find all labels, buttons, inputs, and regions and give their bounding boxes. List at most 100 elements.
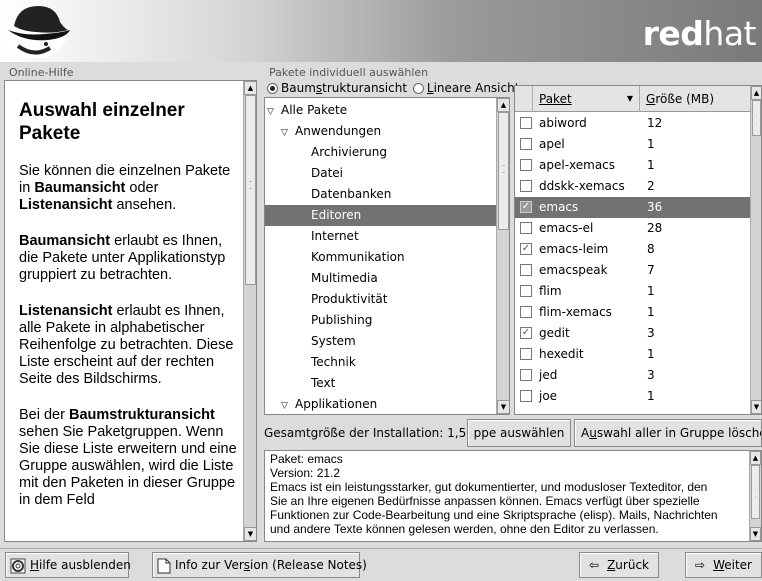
tree-item[interactable]: ▽ Applikationen <box>265 394 377 414</box>
radio-selected-icon <box>267 83 278 94</box>
tree-view-radio[interactable]: Baumstrukturansicht <box>267 81 407 95</box>
package-name: flim-xemacs <box>539 305 612 319</box>
tree-item[interactable]: ▽ Anwendungen <box>265 121 381 142</box>
tree-item[interactable]: Archivierung <box>265 142 387 163</box>
column-header-package[interactable] <box>515 86 533 112</box>
package-section-label: Pakete individuell auswählen <box>269 66 429 79</box>
package-row[interactable]: jed 3 <box>515 365 750 386</box>
package-row[interactable]: apel 1 <box>515 134 750 155</box>
package-row[interactable]: emacs-el 28 <box>515 218 750 239</box>
scrollbar-thumb[interactable] <box>245 95 256 285</box>
help-paragraph-1: Sie können die einzelnen Pakete in Bauma… <box>19 163 231 213</box>
package-checkbox[interactable]: ✓ <box>520 243 532 255</box>
package-checkbox[interactable] <box>520 264 532 276</box>
scroll-down-icon[interactable]: ▼ <box>751 400 761 414</box>
help-pane-label: Online-Hilfe <box>9 66 74 79</box>
tree-item[interactable]: Editoren <box>265 205 496 226</box>
release-notes-button[interactable]: Info zur Version (Release Notes) <box>152 552 367 578</box>
package-size: 1 <box>647 305 655 319</box>
expander-triangle-icon[interactable]: ▽ <box>267 102 281 123</box>
scroll-up-icon[interactable]: ▲ <box>750 451 761 465</box>
package-name: abiword <box>539 116 587 130</box>
install-total-size: Gesamtgröße der Installation: 1,539M <box>264 426 492 440</box>
expander-triangle-icon[interactable]: ▽ <box>281 396 295 414</box>
package-checkbox[interactable] <box>520 138 532 150</box>
package-checkbox[interactable] <box>520 348 532 360</box>
tree-item-label: Internet <box>311 229 359 243</box>
tree-item[interactable]: System <box>265 331 356 352</box>
expander-triangle-icon[interactable]: ▽ <box>281 123 295 144</box>
deselect-all-in-group-button[interactable]: Auswahl aller in Gruppe löschen <box>574 419 762 447</box>
tree-item[interactable]: Multimedia <box>265 268 378 289</box>
package-row[interactable]: flim-xemacs 1 <box>515 302 750 323</box>
package-size: 28 <box>647 221 663 235</box>
column-header-name[interactable]: Paket ▼ <box>533 86 640 112</box>
scroll-up-icon[interactable]: ▲ <box>751 86 761 100</box>
package-name: apel <box>539 137 565 151</box>
package-checkbox[interactable] <box>520 285 532 297</box>
package-checkbox[interactable] <box>520 306 532 318</box>
package-name: jed <box>539 368 558 382</box>
package-name: joe <box>539 389 558 403</box>
scroll-up-icon[interactable]: ▲ <box>244 81 256 95</box>
package-row[interactable]: joe 1 <box>515 386 750 407</box>
package-list-scrollbar[interactable]: ▲ ▼ <box>750 86 761 414</box>
package-checkbox[interactable] <box>520 390 532 402</box>
package-row[interactable]: abiword 12 <box>515 113 750 134</box>
package-checkbox[interactable]: ✓ <box>520 327 532 339</box>
tree-item[interactable]: Produktivität <box>265 289 387 310</box>
scroll-down-icon[interactable]: ▼ <box>497 400 509 414</box>
scroll-down-icon[interactable]: ▼ <box>750 527 761 541</box>
column-header-size[interactable]: Größe (MB) <box>640 86 750 112</box>
scroll-down-icon[interactable]: ▼ <box>244 527 256 541</box>
scroll-up-icon[interactable]: ▲ <box>497 98 509 112</box>
package-row[interactable]: ddskk-xemacs 2 <box>515 176 750 197</box>
tree-item[interactable]: Technik <box>265 352 356 373</box>
scrollbar-thumb[interactable] <box>498 112 509 230</box>
package-checkbox[interactable]: ✓ <box>520 201 532 213</box>
package-size: 3 <box>647 326 655 340</box>
next-button[interactable]: ⇨ Weiter <box>685 552 762 578</box>
help-content: Auswahl einzelner Pakete Sie können die … <box>19 99 241 528</box>
package-name: gedit <box>539 326 570 340</box>
package-checkbox[interactable] <box>520 159 532 171</box>
package-row[interactable]: flim 1 <box>515 281 750 302</box>
help-paragraph-2: Baumansicht erlaubt es Ihnen, die Pakete… <box>19 233 226 283</box>
list-view-radio[interactable]: Lineare Ansicht <box>412 81 519 95</box>
scrollbar-thumb[interactable] <box>752 100 761 136</box>
tree-item[interactable]: Text <box>265 373 335 394</box>
help-scrollbar[interactable]: ▲ ▼ <box>243 81 256 541</box>
package-size: 1 <box>647 284 655 298</box>
package-size: 12 <box>647 116 663 130</box>
tree-item[interactable]: Datenbanken <box>265 184 391 205</box>
package-size: 7 <box>647 263 655 277</box>
tree-item-label: Archivierung <box>311 145 387 159</box>
package-name: ddskk-xemacs <box>539 179 625 193</box>
package-row[interactable]: ✓ emacs 36 <box>515 197 750 218</box>
select-group-button[interactable]: ppe auswählen <box>467 419 571 447</box>
hide-help-button[interactable]: Hilfe ausblenden <box>5 552 131 578</box>
package-size: 1 <box>647 347 655 361</box>
package-checkbox[interactable] <box>520 369 532 381</box>
description-scrollbar[interactable]: ▲ ▼ <box>749 451 761 541</box>
package-size: 1 <box>647 137 655 151</box>
tree-item[interactable]: ▽ Alle Pakete <box>265 100 347 121</box>
tree-item-label: Kommunikation <box>311 250 405 264</box>
tree-item[interactable]: Datei <box>265 163 343 184</box>
package-row[interactable]: ✓ gedit 3 <box>515 323 750 344</box>
package-row[interactable]: apel-xemacs 1 <box>515 155 750 176</box>
tree-item[interactable]: Internet <box>265 226 359 247</box>
tree-scrollbar[interactable]: ▲ ▼ <box>496 98 509 414</box>
package-row[interactable]: emacspeak 7 <box>515 260 750 281</box>
package-size: 1 <box>647 389 655 403</box>
back-button[interactable]: ⇦ Zurück <box>579 552 659 578</box>
package-checkbox[interactable] <box>520 117 532 129</box>
package-size: 36 <box>647 200 663 214</box>
package-row[interactable]: hexedit 1 <box>515 344 750 365</box>
scrollbar-thumb[interactable] <box>751 465 760 519</box>
package-checkbox[interactable] <box>520 222 532 234</box>
package-checkbox[interactable] <box>520 180 532 192</box>
package-row[interactable]: ✓ emacs-leim 8 <box>515 239 750 260</box>
tree-item[interactable]: Publishing <box>265 310 372 331</box>
tree-item[interactable]: Kommunikation <box>265 247 405 268</box>
